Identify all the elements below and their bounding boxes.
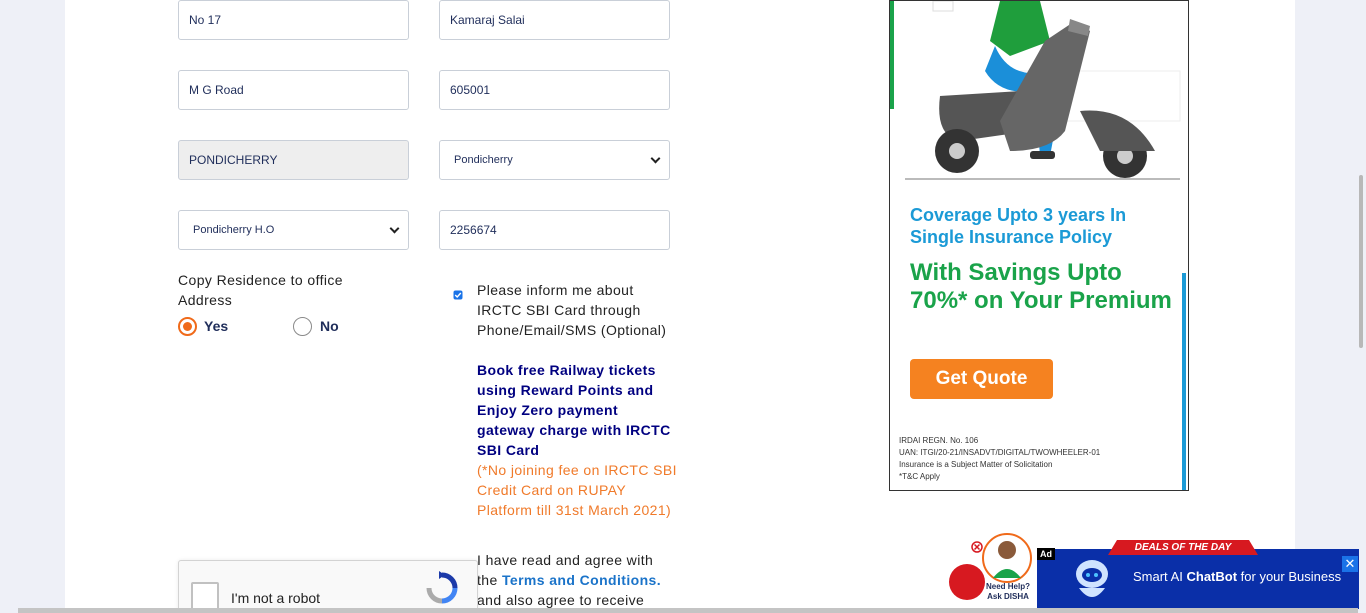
disha-help-label[interactable]: Need Help? Ask DISHA — [983, 582, 1033, 602]
ad-tag-badge: Ad — [1037, 548, 1055, 560]
recaptcha-logo-icon — [426, 571, 458, 604]
ad-headline-savings: With Savings Upto 70%* on Your Premium — [910, 259, 1172, 314]
post-office-select[interactable]: Pondicherry H.O — [178, 210, 409, 250]
chevron-down-icon — [650, 153, 661, 163]
copy-address-no-radio[interactable] — [293, 317, 312, 336]
copy-address-yes-label[interactable]: Yes — [204, 318, 228, 334]
ad-accent-bar — [890, 1, 894, 109]
pincode-input[interactable]: 605001 — [439, 70, 670, 110]
get-quote-button[interactable]: Get Quote — [910, 359, 1053, 399]
inform-text: Please inform me about IRCTC SBI Card th… — [477, 282, 667, 338]
address-line2-input[interactable]: Kamaraj Salai — [439, 0, 670, 40]
ad-close-icon[interactable]: ✕ — [1342, 556, 1358, 572]
chatbot-ad-text: Smart AI ChatBot for your Business — [1133, 569, 1342, 584]
ad-fine-print: IRDAI REGN. No. 106 UAN: ITGI/20-21/INSA… — [899, 436, 1101, 481]
terms-text: I have read and agree with the Terms and… — [477, 552, 662, 608]
vertical-scrollbar[interactable] — [1359, 175, 1363, 348]
ad-headline-coverage: Coverage Upto 3 years In Single Insuranc… — [910, 205, 1127, 247]
ad-accent-bar-blue — [1182, 273, 1186, 490]
recaptcha-label: I'm not a robot — [231, 590, 321, 606]
copy-address-label: Copy Residence to office Address — [178, 272, 343, 308]
insurance-ad-banner[interactable]: Coverage Upto 3 years In Single Insuranc… — [889, 0, 1189, 491]
deals-of-the-day-badge: DEALS OF THE DAY — [1108, 540, 1258, 555]
promo-text: Book free Railway tickets using Reward P… — [477, 362, 671, 458]
copy-address-yes-radio[interactable] — [178, 317, 197, 336]
scooter-rider-illustration — [905, 1, 1181, 180]
address-line3-input[interactable]: M G Road — [178, 70, 409, 110]
chevron-down-icon — [389, 223, 400, 233]
no-joining-fee-note: (*No joining fee on IRCTC SBI Credit Car… — [477, 462, 677, 518]
state-select[interactable]: Pondicherry — [439, 140, 670, 180]
horizontal-scrollbar[interactable] — [18, 608, 1358, 613]
robot-icon — [1076, 560, 1108, 597]
terms-link[interactable]: Terms and Conditions. — [502, 572, 661, 588]
phone-input[interactable]: 2256674 — [439, 210, 670, 250]
recaptcha-widget: I'm not a robot — [178, 560, 478, 613]
copy-address-no-label[interactable]: No — [320, 318, 339, 334]
inform-checkbox[interactable] — [453, 290, 463, 300]
address-line1-input[interactable]: No 17 — [178, 0, 409, 40]
city-input: PONDICHERRY — [178, 140, 409, 180]
chatbot-ad-banner[interactable]: Smart AI ChatBot for your Business — [1037, 549, 1359, 609]
recaptcha-checkbox[interactable] — [191, 582, 219, 610]
